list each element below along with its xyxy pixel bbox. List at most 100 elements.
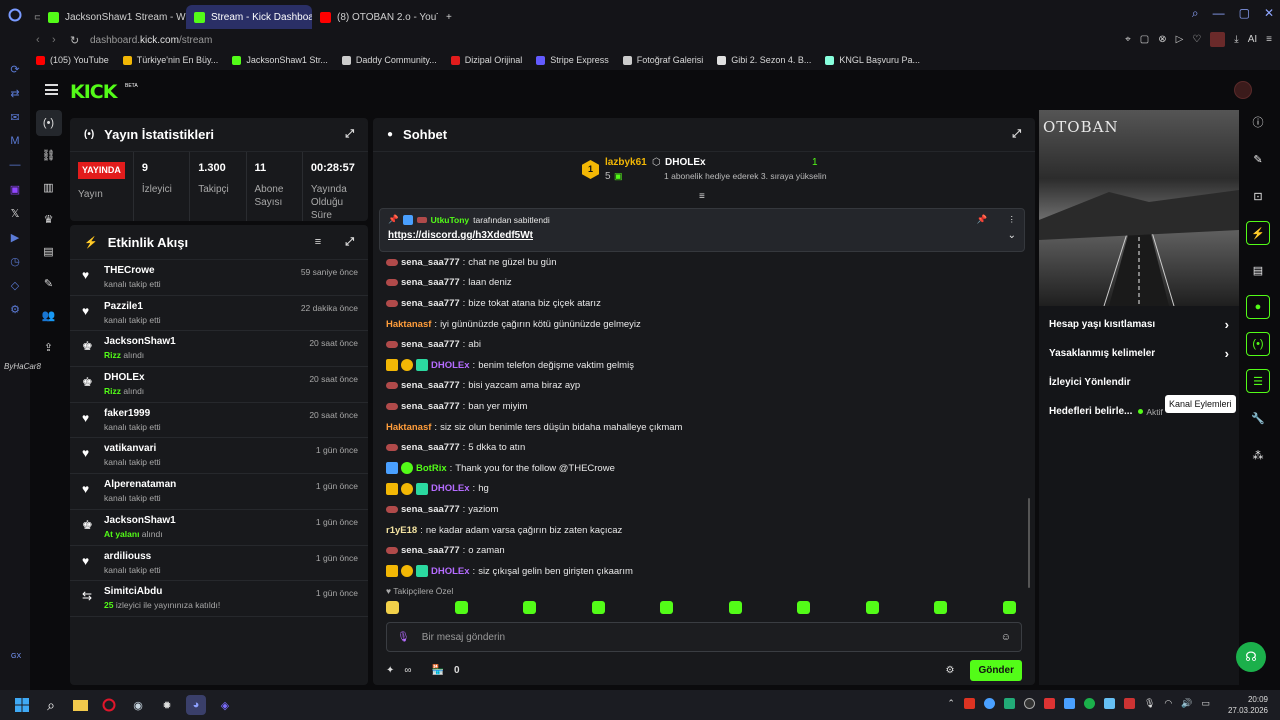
filter-icon[interactable]: ≡: [315, 236, 321, 248]
chat-message[interactable]: sena_saa777: laan deniz: [386, 273, 1026, 294]
nav-upload-icon[interactable]: ⇪: [36, 334, 62, 360]
chat-message[interactable]: sena_saa777: bisi yazcam ama biraz ayp: [386, 376, 1026, 397]
battery-icon[interactable]: ▭: [1201, 698, 1210, 709]
download-icon[interactable]: ⤓: [1234, 34, 1238, 45]
sync-icon[interactable]: ⇄: [6, 84, 24, 102]
feed-username[interactable]: JacksonShaw1: [104, 336, 176, 347]
feed-username[interactable]: JacksonShaw1: [104, 515, 176, 526]
file-explorer-icon[interactable]: [70, 695, 90, 715]
popout-icon[interactable]: ⤢: [1012, 128, 1021, 141]
tray-chevron-icon[interactable]: ⌃: [947, 698, 955, 709]
tab-jackson-stream[interactable]: JacksonShaw1 Stream - W: [40, 5, 186, 29]
twitch-icon[interactable]: ▣: [6, 180, 24, 198]
chat-username[interactable]: Haktanasf: [386, 422, 431, 433]
chat-message[interactable]: Haktanasf: siz siz olun benimle ters düşü…: [386, 417, 1026, 438]
app-icon[interactable]: ✹: [157, 695, 177, 715]
share-icon[interactable]: ⁂: [1246, 443, 1270, 467]
chat-message[interactable]: sena_saa777: o zaman: [386, 540, 1026, 561]
tray-app-icon[interactable]: [1023, 698, 1035, 709]
points-icon[interactable]: ✦: [386, 665, 394, 676]
feed-username[interactable]: vatikanvari: [104, 443, 161, 454]
bookmark-item[interactable]: Stripe Express: [536, 55, 609, 65]
feed-username[interactable]: DHOLEx: [104, 372, 145, 383]
broadcast-toggle-icon[interactable]: (•): [1246, 332, 1270, 356]
chat-username[interactable]: sena_saa777: [401, 257, 460, 268]
popout-icon[interactable]: ⤢: [345, 128, 354, 141]
wifi-icon[interactable]: ◠: [1164, 698, 1172, 709]
emote-icon[interactable]: [591, 601, 605, 614]
microphone-icon[interactable]: 🎙: [1144, 698, 1155, 709]
channel-actions-icon[interactable]: ☰: [1246, 369, 1270, 393]
feed-item[interactable]: ♥ Pazzile1 kanalı takip etti 22 dakika önce: [70, 296, 368, 332]
side-link[interactable]: İzleyici Yönlendir: [1039, 368, 1239, 397]
chat-message[interactable]: sena_saa777: yaziom: [386, 499, 1026, 520]
chat-username[interactable]: sena_saa777: [401, 380, 460, 391]
microphone-icon[interactable]: 🎙: [397, 632, 410, 643]
opera-logo-icon[interactable]: [6, 6, 24, 24]
emote-icon[interactable]: [454, 601, 468, 614]
bookmark-item[interactable]: Türkiye'nin En Büy...: [122, 55, 218, 65]
side-link[interactable]: Hesap yaşı kısıtlaması ›: [1039, 310, 1239, 339]
leader-name[interactable]: lazbyk61: [605, 157, 647, 168]
feed-item[interactable]: ⇆ SimitciAbdu 25 izleyici ile yayınınıza k…: [70, 581, 368, 617]
bookmark-item[interactable]: KNGL Başvuru Pa...: [825, 55, 920, 65]
feed-username[interactable]: faker1999: [104, 408, 161, 419]
edit-icon[interactable]: ✎: [1246, 147, 1270, 171]
hamburger-menu-icon[interactable]: [45, 84, 58, 95]
new-tab-button[interactable]: +: [438, 5, 456, 29]
chat-username[interactable]: r1yE18: [386, 525, 417, 536]
feed-username[interactable]: Pazzile1: [104, 301, 161, 312]
tray-app-icon[interactable]: [1043, 698, 1055, 709]
vpn-icon[interactable]: ◈: [215, 695, 235, 715]
nav-stream-icon[interactable]: (•): [35, 110, 62, 136]
more-icon[interactable]: ⋮: [1008, 214, 1017, 225]
gifter-name[interactable]: DHOLEx: [665, 157, 706, 168]
x-icon[interactable]: 𝕏: [6, 204, 24, 222]
clock[interactable]: 20:09 27.03.2026: [1228, 694, 1268, 716]
chat-message[interactable]: sena_saa777:5 dkka to atın: [386, 437, 1026, 458]
feed-item[interactable]: ♚ JacksonShaw1 Rizz alındı 20 saat önce: [70, 331, 368, 368]
pinned-by[interactable]: UtkuTony: [431, 215, 470, 225]
feed-item[interactable]: ♥ ardiliouss kanalı takip etti 1 gün önce: [70, 546, 368, 582]
feed-username[interactable]: ardiliouss: [104, 551, 161, 562]
bookmark-item[interactable]: (105) YouTube: [36, 55, 109, 65]
settings-icon[interactable]: ⚙: [6, 300, 24, 318]
opera-gx-icon[interactable]: [99, 695, 119, 715]
nav-link-icon[interactable]: ⛓: [36, 142, 62, 168]
bookmark-item[interactable]: Fotoğraf Galerisi: [622, 55, 703, 65]
refresh-icon[interactable]: ⟳: [6, 60, 24, 78]
kick-logo[interactable]: KICK: [70, 81, 117, 103]
nav-video-icon[interactable]: ▤: [36, 238, 62, 264]
bookmark-rail-icon[interactable]: —: [6, 156, 24, 174]
user-avatar[interactable]: [1234, 81, 1252, 99]
store-icon[interactable]: 🏪: [432, 665, 444, 676]
history-icon[interactable]: ◷: [6, 252, 24, 270]
chat-username[interactable]: sena_saa777: [401, 401, 460, 412]
pin-icon[interactable]: ⌖: [1125, 34, 1131, 45]
info-icon[interactable]: ⓘ: [1246, 110, 1270, 134]
url-field[interactable]: dashboard.kick.com/stream: [90, 35, 212, 46]
chat-username[interactable]: DHOLEx: [431, 483, 470, 494]
chat-message[interactable]: r1yE18: ne kadar adam varsa çağırın biz z…: [386, 520, 1026, 541]
minimize-button[interactable]: —: [1213, 6, 1225, 21]
chat-username[interactable]: sena_saa777: [401, 298, 460, 309]
chat-username[interactable]: BotRix: [416, 463, 447, 474]
video-icon[interactable]: ▶: [6, 228, 24, 246]
chat-message[interactable]: DHOLEx: hg: [386, 479, 1026, 500]
ai-button[interactable]: AI: [1248, 34, 1257, 45]
chat-input[interactable]: 🎙 Bir mesaj gönderin ☺: [386, 622, 1022, 652]
chat-username[interactable]: sena_saa777: [401, 277, 460, 288]
tray-app-icon[interactable]: [983, 698, 995, 709]
unpin-icon[interactable]: 📌: [977, 214, 988, 225]
search-icon[interactable]: ⌕: [41, 695, 61, 715]
feed-item[interactable]: ♥ vatikanvari kanalı takip etti 1 gün önce: [70, 438, 368, 475]
tray-app-icon[interactable]: [1003, 698, 1015, 709]
emote-icon[interactable]: [660, 601, 674, 614]
adblock-icon[interactable]: ⊗: [1158, 34, 1166, 45]
emote-icon[interactable]: [386, 601, 399, 614]
nav-analytics-icon[interactable]: ▥: [36, 174, 62, 200]
tray-app-icon[interactable]: [1063, 698, 1075, 709]
chat-username[interactable]: sena_saa777: [401, 339, 460, 350]
tray-app-icon[interactable]: [1123, 698, 1135, 709]
emote-icon[interactable]: [728, 601, 742, 614]
